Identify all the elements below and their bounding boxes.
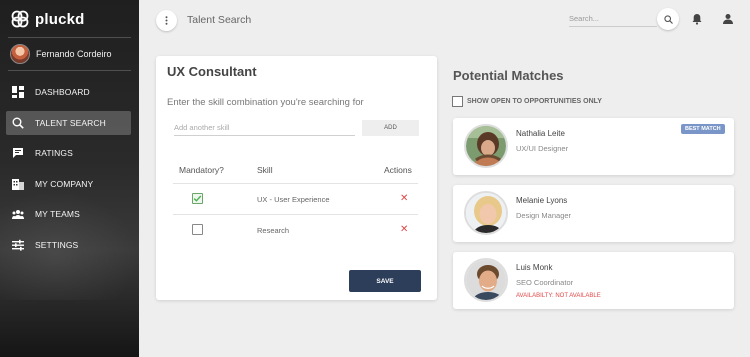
mandatory-checkbox[interactable] xyxy=(192,224,203,235)
add-skill-button[interactable]: ADD xyxy=(362,120,419,136)
match-role: UX/UI Designer xyxy=(516,144,569,153)
match-name: Luis Monk xyxy=(516,263,553,272)
match-name: Nathalia Leite xyxy=(516,129,565,138)
column-header-mandatory: Mandatory? xyxy=(179,165,224,175)
match-name: Melanie Lyons xyxy=(516,196,568,205)
column-header-skill: Skill xyxy=(257,165,273,175)
sidebar-item-dashboard[interactable]: DASHBOARD xyxy=(6,80,131,104)
brand-name: pluckd xyxy=(35,10,85,28)
mandatory-checkbox[interactable] xyxy=(192,193,203,204)
search-input[interactable] xyxy=(569,11,657,27)
skill-name: Research xyxy=(257,226,290,235)
company-icon xyxy=(12,178,24,190)
bell-icon[interactable] xyxy=(691,13,703,25)
search-prompt: Enter the skill combination you're searc… xyxy=(167,97,364,108)
skill-input[interactable] xyxy=(174,120,355,136)
sidebar: pluckd Fernando Cordeiro DASHBOARD TALEN… xyxy=(0,0,139,357)
checkmark-icon xyxy=(193,195,202,202)
brand[interactable]: pluckd xyxy=(10,8,85,30)
match-card[interactable]: Luis Monk SEO Coordinator AVAILABILTY: N… xyxy=(453,252,734,309)
sidebar-item-talent-search[interactable]: TALENT SEARCH xyxy=(6,110,131,135)
table-divider xyxy=(173,214,418,215)
sidebar-item-settings[interactable]: SETTINGS xyxy=(6,233,131,257)
match-card[interactable]: Nathalia Leite UX/UI Designer BEST MATCH xyxy=(453,118,734,175)
remove-skill-button[interactable]: ✕ xyxy=(400,194,408,204)
user-name: Fernando Cordeiro xyxy=(36,49,112,59)
sidebar-item-my-teams[interactable]: MY TEAMS xyxy=(6,202,131,226)
skill-name: UX - User Experience xyxy=(257,195,330,204)
sidebar-item-label: DASHBOARD xyxy=(35,87,90,97)
match-card[interactable]: Melanie Lyons Design Manager xyxy=(453,185,734,242)
page-title: Talent Search xyxy=(187,14,252,26)
search-button[interactable] xyxy=(657,8,679,30)
avatar xyxy=(464,191,508,235)
column-header-actions: Actions xyxy=(384,165,412,175)
avatar xyxy=(464,258,508,302)
user-profile[interactable]: Fernando Cordeiro xyxy=(10,44,112,64)
match-role: SEO Coordinator xyxy=(516,278,574,287)
avatar xyxy=(10,44,30,64)
teams-icon xyxy=(12,208,24,220)
save-button[interactable]: SAVE xyxy=(349,270,421,292)
more-vertical-icon xyxy=(165,16,168,25)
clover-logo-icon xyxy=(11,10,29,28)
dashboard-icon xyxy=(12,86,24,98)
ratings-icon xyxy=(12,147,24,159)
sidebar-item-ratings[interactable]: RATINGS xyxy=(6,141,131,165)
best-match-badge: BEST MATCH xyxy=(681,124,725,134)
avatar xyxy=(464,124,508,168)
availability-status: AVAILABILTY: NOT AVAILABLE xyxy=(516,293,601,299)
match-role: Design Manager xyxy=(516,211,572,220)
sidebar-divider xyxy=(8,37,131,38)
card-title: UX Consultant xyxy=(167,64,257,79)
sidebar-divider xyxy=(8,70,131,71)
matches-title: Potential Matches xyxy=(453,68,564,83)
sidebar-item-label: TALENT SEARCH xyxy=(35,117,106,128)
search-icon xyxy=(663,14,673,24)
settings-icon xyxy=(12,239,24,251)
remove-skill-button[interactable]: ✕ xyxy=(400,225,408,235)
sidebar-item-label: RATINGS xyxy=(35,148,73,158)
open-opportunities-label[interactable]: SHOW OPEN TO OPPORTUNITIES ONLY xyxy=(467,98,602,105)
talent-search-icon xyxy=(12,117,24,129)
sidebar-item-label: MY COMPANY xyxy=(35,178,94,189)
user-account-icon[interactable] xyxy=(722,13,734,25)
sidebar-item-label: MY TEAMS xyxy=(35,209,80,219)
more-menu-button[interactable] xyxy=(156,10,177,31)
topbar: Talent Search xyxy=(139,0,750,40)
open-opportunities-checkbox[interactable] xyxy=(452,96,463,107)
search-criteria-card: UX Consultant Enter the skill combinatio… xyxy=(156,56,437,300)
table-divider xyxy=(173,183,418,184)
sidebar-item-my-company[interactable]: MY COMPANY xyxy=(6,172,131,196)
sidebar-item-label: SETTINGS xyxy=(35,239,79,250)
sidebar-nav: DASHBOARD TALENT SEARCH RATINGS MY COMPA… xyxy=(0,80,139,263)
